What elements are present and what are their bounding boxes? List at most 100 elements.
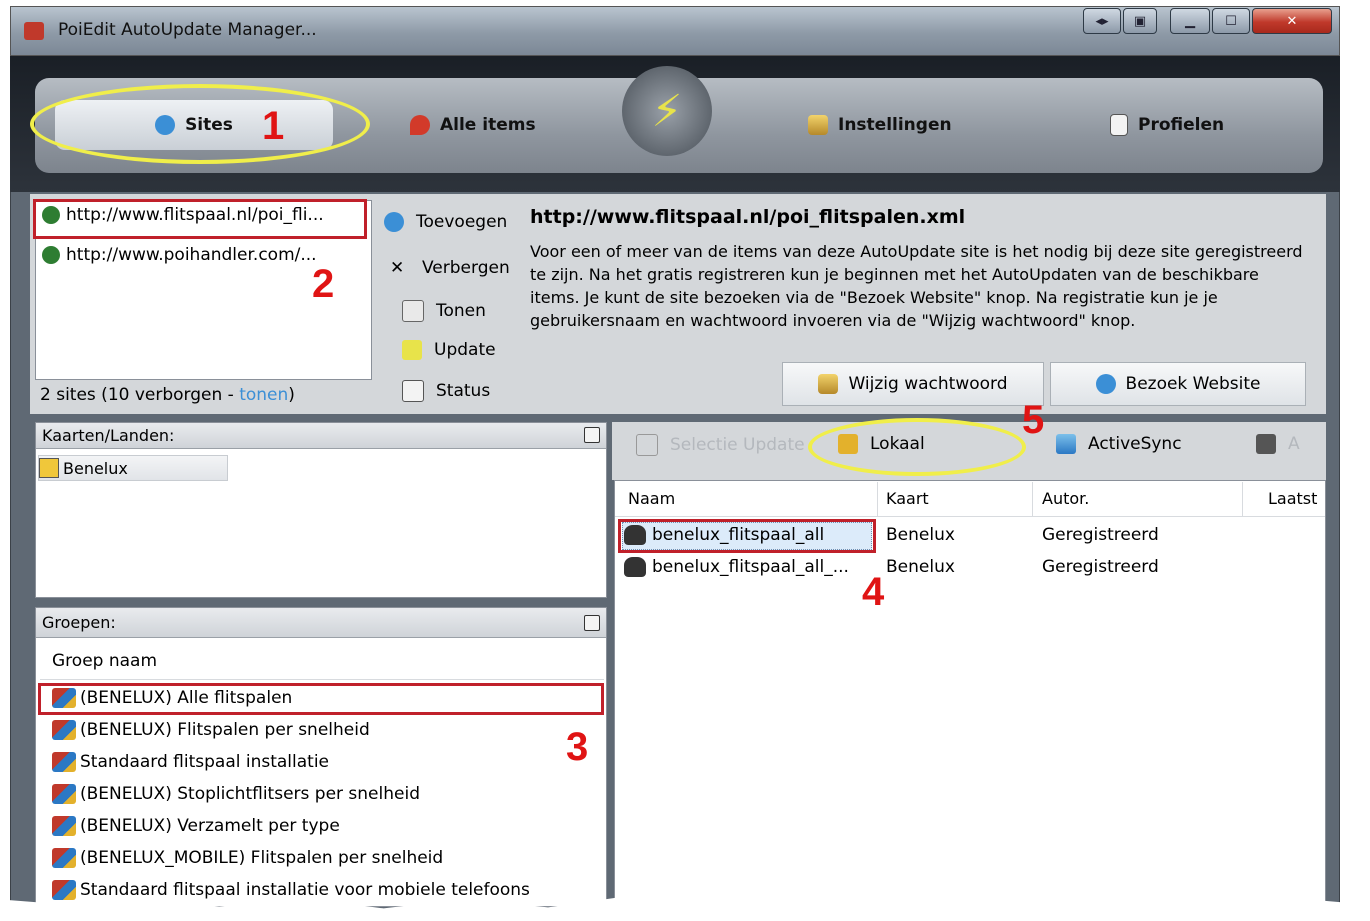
highlight-box-2: [33, 199, 367, 239]
group-icon: [52, 752, 76, 772]
tab-alle-items-label: Alle items: [440, 115, 536, 135]
row-auth: Geregistreerd: [1042, 557, 1159, 577]
sites-status-suffix: ): [288, 385, 295, 405]
site-description: Voor een of meer van de items van deze A…: [530, 242, 1303, 330]
sites-status-text: 2 sites (10 verborgen -: [40, 385, 240, 405]
maps-header-label: Kaarten/Landen:: [42, 426, 175, 445]
globe-user-icon: [1095, 374, 1116, 394]
tab-instellingen-label: Instellingen: [838, 115, 952, 135]
column-divider: [1032, 482, 1033, 516]
column-last[interactable]: Laatst: [1268, 489, 1317, 508]
groups-list: (BENELUX) Alle flitspalen (BENELUX) Flit…: [40, 682, 604, 906]
highlight-ellipse-1: [30, 84, 370, 164]
groups-header: Groepen:: [36, 608, 606, 638]
close-button[interactable]: ✕: [1252, 8, 1332, 34]
panel-menu-icon[interactable]: [584, 427, 600, 443]
group-icon: [52, 880, 76, 900]
groups-header-label: Groepen:: [42, 613, 116, 632]
group-label: Standaard flitspaal installatie voor mob…: [80, 880, 530, 900]
arrows-icon[interactable]: ◂▸: [1083, 8, 1121, 34]
table-header: [615, 481, 1325, 517]
list-item[interactable]: (BENELUX) Stoplichtflitsers per snelheid: [40, 778, 604, 810]
column-divider: [1242, 482, 1243, 516]
profile-icon: [1110, 114, 1128, 136]
lightning-small-icon: [402, 340, 422, 360]
tab-profielen-label: Profielen: [1138, 115, 1225, 135]
group-label: (BENELUX) Stoplichtflitsers per snelheid: [80, 784, 420, 804]
minimize-button[interactable]: ▁: [1170, 8, 1210, 34]
group-name-column-label: Groep naam: [52, 650, 158, 671]
column-divider: [877, 482, 878, 516]
add-label: Toevoegen: [416, 212, 508, 232]
pin-icon: [410, 115, 430, 135]
annotation-5: 5: [1022, 398, 1045, 442]
settings-icon: [808, 115, 828, 135]
maps-header: Kaarten/Landen:: [36, 423, 606, 449]
list-item[interactable]: (BENELUX_MOBILE) Flitspalen per snelheid: [40, 842, 604, 874]
list-item[interactable]: (BENELUX) Verzamelt per type: [40, 810, 604, 842]
activesync-button[interactable]: ActiveSync: [1056, 434, 1182, 454]
column-name[interactable]: Naam: [628, 489, 675, 508]
group-label: (BENELUX_MOBILE) Flitspalen per snelheid: [80, 848, 444, 868]
row-auth: Geregistreerd: [1042, 525, 1159, 545]
table-row[interactable]: benelux_flitspaal_all_...: [624, 557, 849, 577]
show-button[interactable]: Tonen: [402, 300, 486, 322]
column-map[interactable]: Kaart: [886, 489, 929, 508]
panel-menu-icon[interactable]: [584, 615, 600, 631]
group-label: Standaard flitspaal installatie: [80, 752, 330, 772]
group-label: (BENELUX) Flitspalen per snelheid: [80, 720, 370, 740]
group-label: (BENELUX) Verzamelt per type: [80, 816, 340, 836]
tab-instellingen[interactable]: Instellingen: [808, 100, 952, 150]
status-icon: [402, 380, 424, 402]
add-button[interactable]: Toevoegen: [384, 212, 507, 232]
row-map: Benelux: [886, 557, 955, 577]
group-icon: [52, 784, 76, 804]
highlight-box-3: [38, 683, 604, 715]
group-icon: [52, 816, 76, 836]
app-icon: [24, 22, 44, 40]
change-password-label: Wijzig wachtwoord: [848, 374, 1008, 394]
tab-profielen[interactable]: Profielen: [1110, 100, 1224, 150]
annotation-2: 2: [312, 262, 335, 306]
site-item[interactable]: http://www.poihandler.com/...: [42, 245, 317, 265]
map-item-benelux[interactable]: Benelux: [38, 455, 228, 481]
list-item[interactable]: Standaard flitspaal installatie: [40, 746, 604, 778]
scissors-icon: [1256, 434, 1276, 454]
show-hidden-link[interactable]: tonen: [239, 385, 288, 405]
add-site-icon: [384, 212, 404, 232]
row-name: benelux_flitspaal_all_...: [652, 557, 849, 577]
cut-label: A: [1288, 434, 1300, 454]
window-title: PoiEdit AutoUpdate Manager...: [58, 20, 317, 40]
activesync-label: ActiveSync: [1088, 434, 1182, 454]
map-item-label: Benelux: [63, 458, 128, 478]
sites-status: 2 sites (10 verborgen - tonen): [40, 385, 295, 405]
column-auth[interactable]: Autor.: [1042, 489, 1089, 508]
change-password-button[interactable]: Wijzig wachtwoord: [782, 362, 1044, 406]
site-url: http://www.flitspaal.nl/poi_flitspalen.x…: [530, 206, 966, 228]
selection-update-label: Selectie Update: [670, 435, 805, 455]
highlight-ellipse-5: [808, 418, 1026, 476]
lightning-outline-icon: [636, 434, 658, 456]
status-button[interactable]: Status: [402, 380, 490, 402]
hide-label: Verbergen: [422, 258, 510, 278]
group-name-column[interactable]: Groep naam: [40, 642, 604, 680]
x-icon: ✕: [390, 258, 405, 278]
tab-alle-items[interactable]: Alle items: [410, 100, 536, 150]
cut-button[interactable]: A: [1256, 434, 1300, 454]
annotation-4: 4: [862, 570, 885, 614]
update-label: Update: [434, 340, 496, 360]
group-icon: [52, 848, 76, 868]
list-item[interactable]: (BENELUX) Flitspalen per snelheid: [40, 714, 604, 746]
settings-icon: [818, 374, 839, 394]
restore-alt-icon[interactable]: ▣: [1123, 8, 1157, 34]
update-button[interactable]: Update: [402, 340, 496, 360]
globe-icon: [42, 246, 60, 264]
maximize-button[interactable]: ☐: [1212, 8, 1250, 34]
hide-button[interactable]: ✕ Verbergen: [390, 258, 510, 278]
visit-website-button[interactable]: Bezoek Website: [1050, 362, 1306, 406]
show-label: Tonen: [436, 301, 486, 321]
row-map: Benelux: [886, 525, 955, 545]
selection-update-button[interactable]: Selectie Update: [636, 434, 805, 456]
visit-website-label: Bezoek Website: [1125, 374, 1261, 394]
lightning-icon[interactable]: ⚡: [622, 66, 712, 156]
